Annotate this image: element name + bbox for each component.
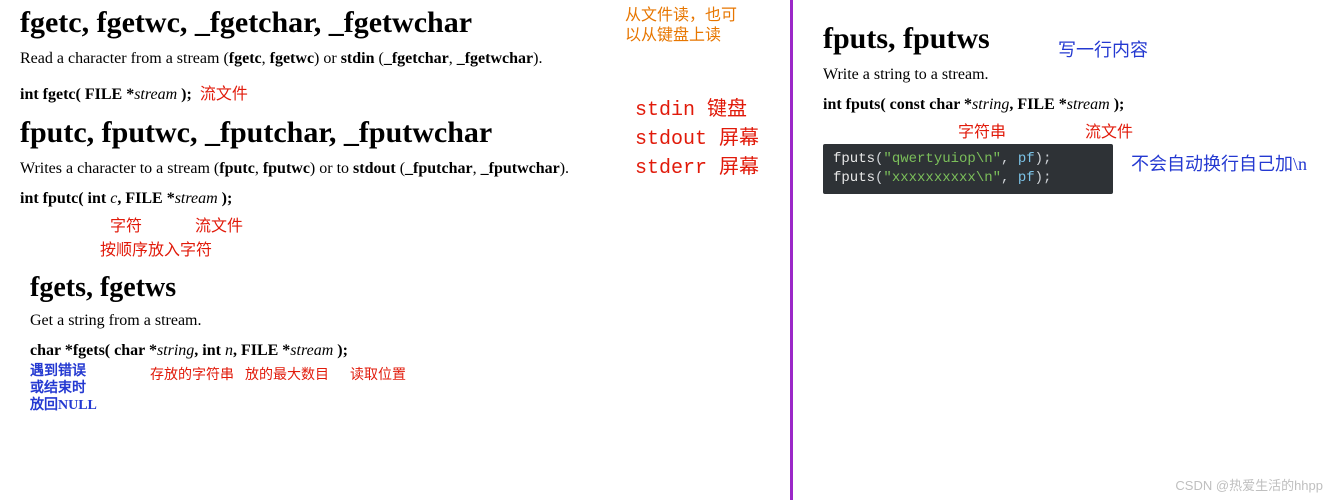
string-literal: "qwertyuiop\n" (883, 151, 1001, 167)
text: , (255, 160, 263, 177)
fn-name: _fgetwchar (457, 50, 533, 67)
punct: , (1001, 170, 1018, 186)
param-string: string (157, 342, 194, 359)
text: 从文件读，也可 (625, 6, 737, 26)
identifier: pf (1018, 151, 1035, 167)
stream-name: stdout (353, 160, 396, 177)
text: ( (375, 50, 384, 67)
note-no-auto-newline: 不会自动换行自己加\n (1131, 150, 1307, 176)
ann-streamfile: 流文件 (195, 212, 243, 236)
text: int fputs( const char * (823, 96, 972, 113)
fn-name: _fputwchar (481, 160, 560, 177)
code-line: fputs("xxxxxxxxxx\n", pf); (833, 169, 1103, 188)
text: Writes a character to a stream ( (20, 160, 219, 177)
fputc-annotations: 字符 流文件 按顺序放入字符 (20, 212, 790, 258)
text: ); (218, 190, 233, 207)
note-read-from-file: 从文件读，也可 以从键盘上读 (625, 6, 737, 46)
stdout-line: stdout 屏幕 (635, 125, 759, 154)
param-stream: stream (175, 190, 218, 207)
left-column: fgetc, fgetwc, _fgetchar, _fgetwchar Rea… (0, 0, 790, 500)
text: char *fgets( char * (30, 342, 157, 359)
text: , (473, 160, 481, 177)
text: , int (194, 342, 225, 359)
ann-string: 字符串 (958, 118, 1006, 142)
param-stream: stream (1067, 96, 1110, 113)
param-string: string (972, 96, 1009, 113)
text: , FILE * (233, 342, 290, 359)
text: Read a character from a stream ( (20, 50, 229, 67)
fn-name: fgetwc (270, 50, 314, 67)
ann-char: 字符 (110, 212, 142, 236)
fn-name: _fgetchar (384, 50, 449, 67)
code-line: fputs("qwertyuiop\n", pf); (833, 150, 1103, 169)
text: ) or to (310, 160, 353, 177)
text: ) or (314, 50, 341, 67)
text: ). (560, 160, 569, 177)
text: ); (1110, 96, 1125, 113)
watermark: CSDN @热爱生活的hhpp (1175, 475, 1323, 494)
std-streams: stdin 键盘 stdout 屏幕 stderr 屏幕 (635, 96, 759, 183)
fn-name: fgetc (229, 50, 262, 67)
param-stream: stream (290, 342, 333, 359)
fputs-annotations: 字符串 流文件 (823, 118, 1337, 140)
note-write-line: 写一行内容 (1058, 36, 1148, 62)
text: , (449, 50, 457, 67)
text: int fgetc( FILE * (20, 86, 134, 103)
stream-name: stdin (341, 50, 375, 67)
text: int fputc( int (20, 190, 110, 207)
ann-store: 存放的字符串 (150, 364, 234, 384)
ann-streamfile: 流文件 (200, 86, 248, 103)
ann-pos: 读取位置 (350, 364, 406, 384)
identifier: pf (1018, 170, 1035, 186)
punct: , (1001, 151, 1018, 167)
ann-streamfile: 流文件 (1085, 118, 1133, 142)
param-stream: stream (134, 86, 177, 103)
proto-fputc: int fputc( int c, FILE *stream ); (20, 190, 790, 208)
code-sample: fputs("qwertyuiop\n", pf); fputs("xxxxxx… (823, 144, 1113, 194)
text: ). (533, 50, 542, 67)
text: 以从键盘上读 (625, 26, 737, 46)
text: , FILE * (117, 190, 174, 207)
text: , FILE * (1009, 96, 1066, 113)
text: 或结束时 (30, 381, 97, 398)
punct: ); (1035, 151, 1052, 167)
stderr-line: stderr 屏幕 (635, 154, 759, 183)
proto-fgets: char *fgets( char *string, int n, FILE *… (30, 342, 790, 360)
desc-fgetc: Read a character from a stream (fgetc, f… (20, 50, 790, 68)
string-literal: "xxxxxxxxxx\n" (883, 170, 1001, 186)
text: 遇到错误 (30, 364, 97, 381)
desc-fputs: Write a string to a stream. (823, 66, 1337, 84)
fn-name: fputwc (263, 160, 310, 177)
text: ); (177, 86, 192, 103)
fn: fputs (833, 151, 875, 167)
text: 放回NULL (30, 398, 97, 415)
text: , (262, 50, 270, 67)
heading-fgets: fgets, fgetws (30, 272, 790, 304)
stdin-line: stdin 键盘 (635, 96, 759, 125)
param-n: n (225, 342, 233, 359)
desc-fgets: Get a string from a stream. (30, 312, 790, 330)
proto-fputs: int fputs( const char *string, FILE *str… (823, 96, 1337, 114)
fgets-annotations: 存放的字符串 放的最大数目 读取位置 遇到错误 或结束时 放回NULL (30, 364, 790, 424)
fn-name: _fputchar (405, 160, 473, 177)
text: ( (396, 160, 405, 177)
ann-max: 放的最大数目 (245, 364, 329, 384)
right-column: fputs, fputws 写一行内容 Write a string to a … (793, 0, 1337, 500)
fn-name: fputc (219, 160, 255, 177)
fn: fputs (833, 170, 875, 186)
text: ); (333, 342, 348, 359)
ann-order: 按顺序放入字符 (100, 236, 212, 260)
punct: ); (1035, 170, 1052, 186)
err-note: 遇到错误 或结束时 放回NULL (30, 364, 97, 414)
